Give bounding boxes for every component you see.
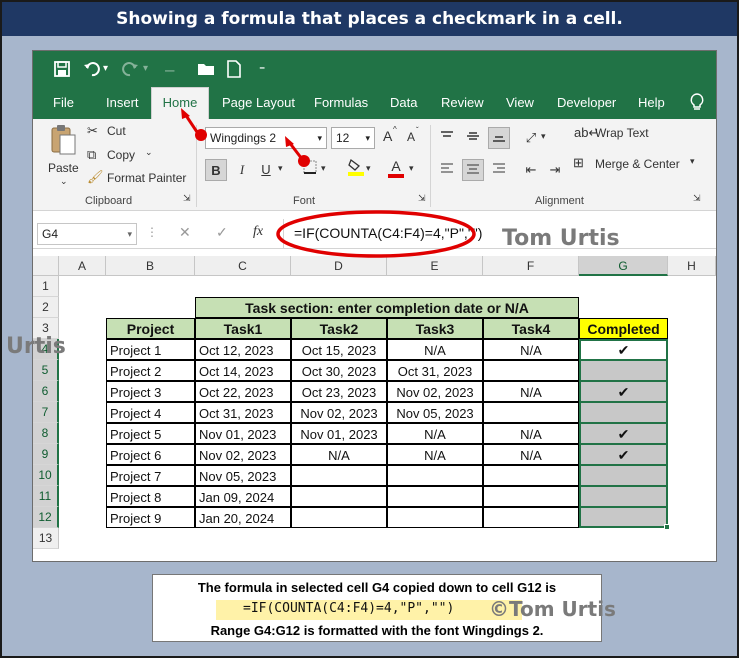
annotation-overlay <box>181 108 476 258</box>
formula-explanation-box: The formula in selected cell G4 copied d… <box>152 574 616 642</box>
note-line-3: Range G4:G12 is formatted with the font … <box>210 623 544 638</box>
font-arrow-dot <box>298 155 310 167</box>
note-watermark: ©Tom Urtis <box>489 597 616 621</box>
watermark-text: Tom Urtis <box>502 226 620 251</box>
watermark-side-text: Urtis <box>6 334 66 359</box>
screenshot-frame: Showing a formula that places a checkmar… <box>0 0 739 658</box>
home-arrow-dot <box>195 129 207 141</box>
note-formula: =IF(COUNTA(C4:F4)=4,"P","") <box>243 601 455 616</box>
note-line-1: The formula in selected cell G4 copied d… <box>197 580 557 595</box>
formula-highlight-ellipse <box>276 210 476 258</box>
